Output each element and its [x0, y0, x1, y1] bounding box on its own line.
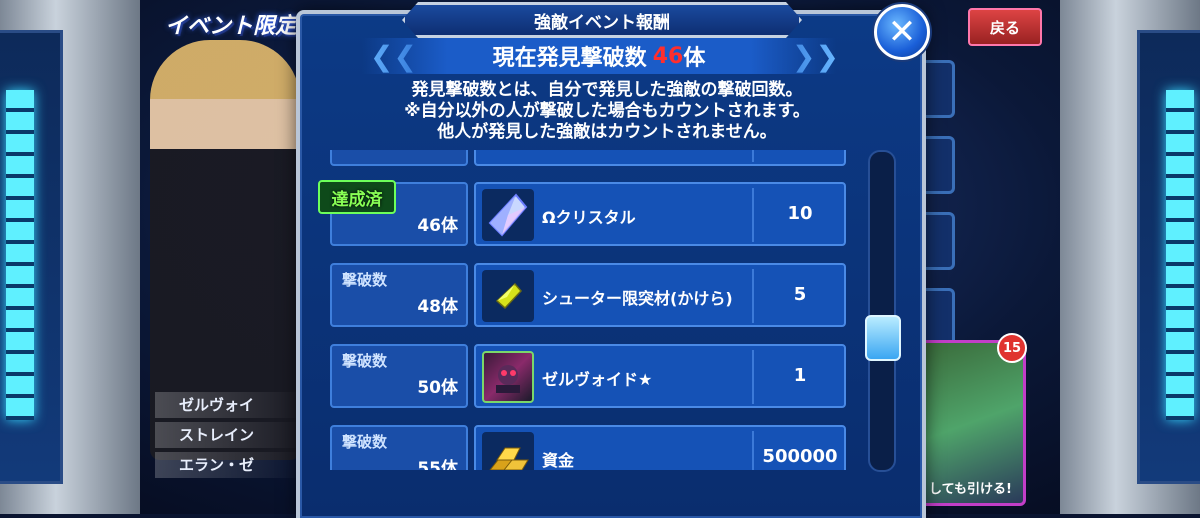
reward-name: シューター限突材(かけら)	[542, 289, 733, 308]
reward-name: ゼルヴォイド★	[542, 370, 653, 389]
close-icon: ✕	[887, 12, 917, 52]
reward-name: 資金	[542, 451, 575, 470]
shooter-fragment-icon	[482, 270, 534, 322]
background-list: ゼルヴォイ ストレイン エラン・ゼ	[155, 392, 305, 482]
reward-list[interactable]: 46体 Ωクリスタル 10 撃破数 48体 シューター限突材(かけら) 5 撃破…	[330, 150, 846, 470]
reward-name: Ωクリスタル	[542, 208, 636, 227]
defeat-count-header: 現在発見撃破数 46 体	[362, 38, 836, 74]
threshold-cell: 撃破数 48体	[330, 263, 468, 327]
header-label: 現在発見撃破数	[492, 46, 647, 71]
reward-quantity: 5	[793, 284, 807, 305]
threshold-cell: 撃破数 55体	[330, 425, 468, 470]
omega-crystal-icon	[482, 189, 534, 241]
reward-cell: ゼルヴォイド★ 1	[474, 344, 846, 408]
scrollbar-thumb[interactable]	[865, 315, 901, 362]
description-line: 他人が発見した強敵はカウントされません。	[437, 122, 777, 142]
description-line: 発見撃破数とは、自分で発見した強敵の撃破回数。	[411, 80, 803, 100]
event-title: イベント限定	[165, 14, 298, 39]
description: 発見撃破数とは、自分で発見した強敵の撃破回数。 ※自分以外の人が撃破した場合もカ…	[318, 80, 896, 143]
reward-quantity: 1	[793, 365, 807, 386]
description-line: ※自分以外の人が撃破した場合もカウントされます。	[404, 101, 810, 121]
table-row: 46体 Ωクリスタル 10	[330, 182, 846, 246]
table-row	[330, 150, 846, 166]
left-frame	[0, 0, 140, 514]
header-unit: 体	[683, 46, 706, 71]
threshold-cell: 撃破数 50体	[330, 344, 468, 408]
list-item[interactable]: エラン・ゼ	[155, 452, 305, 478]
threshold-count: 55体	[417, 459, 458, 470]
threshold-label: 撃破数	[342, 271, 388, 289]
achieved-badge: 達成済	[318, 180, 396, 214]
gacha-caption: しても引ける!	[929, 482, 1012, 497]
back-button[interactable]: 戻る	[968, 8, 1042, 46]
reward-cell: シューター限突材(かけら) 5	[474, 263, 846, 327]
reward-quantity: 10	[787, 203, 813, 224]
list-item[interactable]: ストレイン	[155, 422, 305, 448]
threshold-label: 撃破数	[342, 352, 388, 370]
reward-cell: Ωクリスタル 10	[474, 182, 846, 246]
gacha-count-badge: 15	[997, 333, 1027, 363]
right-frame	[1060, 0, 1200, 514]
scrollbar-track[interactable]	[868, 150, 896, 472]
list-item[interactable]: ゼルヴォイ	[155, 392, 305, 418]
zelvoid-unit-icon	[482, 351, 534, 403]
modal-title: 強敵イベント報酬	[402, 2, 802, 38]
reward-cell: 資金 500000	[474, 425, 846, 470]
gold-bars-icon	[482, 432, 534, 470]
table-row: 撃破数 55体 資金 500000	[330, 425, 846, 470]
threshold-count: 48体	[417, 297, 458, 317]
gacha-banner[interactable]: 15 しても引ける!	[915, 333, 1027, 506]
threshold-count: 50体	[417, 378, 458, 398]
table-row: 撃破数 48体 シューター限突材(かけら) 5	[330, 263, 846, 327]
threshold-label: 撃破数	[342, 433, 388, 451]
reward-quantity: 500000	[762, 446, 838, 467]
table-row: 撃破数 50体 ゼルヴォイド★ 1	[330, 344, 846, 408]
header-count: 46	[652, 43, 684, 69]
threshold-count: 46体	[417, 216, 458, 236]
close-button[interactable]: ✕	[874, 4, 930, 60]
